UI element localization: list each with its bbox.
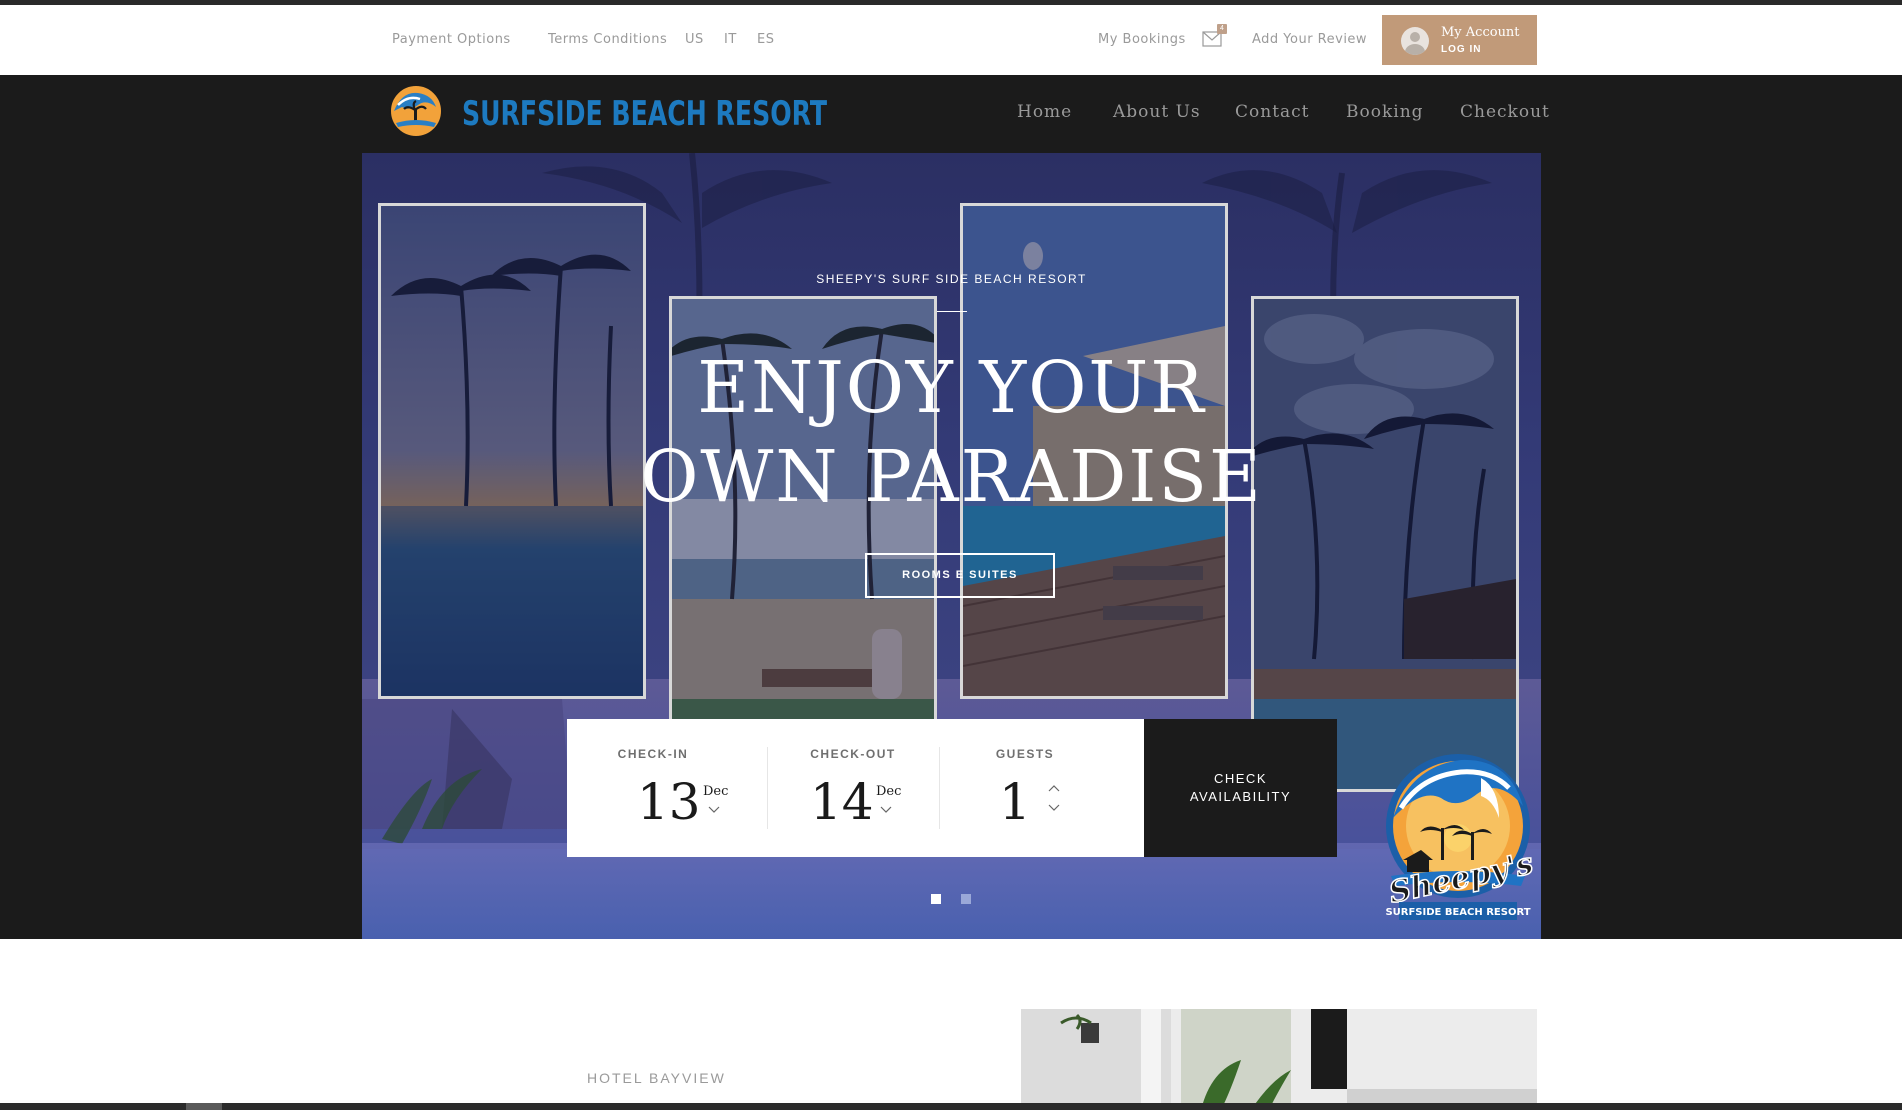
nav-checkout[interactable]: Checkout xyxy=(1460,102,1550,122)
account-button[interactable]: My Account LOG IN xyxy=(1382,15,1537,65)
slider-dot-1[interactable] xyxy=(931,894,941,904)
horizontal-scrollbar[interactable] xyxy=(0,1103,1902,1110)
nav-home[interactable]: Home xyxy=(1017,102,1072,122)
language-it-link[interactable]: IT xyxy=(724,32,737,47)
rooms-suites-button[interactable]: Rooms e Suites xyxy=(865,553,1055,598)
section-label: Hotel Bayview xyxy=(587,1070,726,1086)
payment-options-link[interactable]: Payment Options xyxy=(392,32,511,47)
checkout-label: Check-Out xyxy=(810,747,896,761)
avatar-icon xyxy=(1401,27,1429,55)
checkout-day: 14 xyxy=(810,773,874,831)
checkout-chevron-down-icon[interactable] xyxy=(879,805,893,815)
seal-caption: SURFSIDE BEACH RESORT xyxy=(1385,907,1530,918)
hero-subtitle: Sheepy's Surf Side Beach Resort xyxy=(816,272,1087,286)
hero-title-line-2: OWN PARADISE xyxy=(640,435,1263,518)
hero-title: ENJOY YOUR OWN PARADISE xyxy=(362,343,1541,521)
logo-text[interactable]: Surfside Beach Resort xyxy=(462,94,827,134)
check-availability-button[interactable]: CHECK AVAILABILITY xyxy=(1144,719,1337,857)
check-availability-line-1: CHECK xyxy=(1213,771,1267,786)
add-review-link[interactable]: Add Your Review xyxy=(1252,32,1367,47)
resort-seal-logo: Sheepy's SURFSIDE BEACH RESORT xyxy=(1385,754,1535,920)
room-photo xyxy=(1021,1009,1537,1110)
guests-field[interactable]: Guests 1 xyxy=(939,719,1111,857)
checkin-month: Dec xyxy=(703,784,729,799)
guests-increment-icon[interactable] xyxy=(1047,783,1061,793)
logo-icon[interactable] xyxy=(388,83,444,139)
check-availability-line-2: AVAILABILITY xyxy=(1189,789,1292,804)
terms-conditions-link[interactable]: Terms Conditions xyxy=(548,32,667,47)
my-bookings-link[interactable]: My Bookings xyxy=(1098,32,1186,47)
checkin-field[interactable]: Check-In 13 Dec xyxy=(567,719,739,857)
login-label: LOG IN xyxy=(1441,44,1482,55)
checkout-month: Dec xyxy=(876,784,902,799)
guests-label: Guests xyxy=(995,747,1055,761)
language-es-link[interactable]: ES xyxy=(757,32,774,47)
hero-title-line-1: ENJOY YOUR xyxy=(697,346,1206,429)
mail-badge: 4 xyxy=(1217,24,1227,34)
nav-booking[interactable]: Booking xyxy=(1346,102,1424,122)
checkin-day: 13 xyxy=(637,773,701,831)
scrollbar-thumb[interactable] xyxy=(186,1103,222,1110)
language-us-link[interactable]: US xyxy=(685,32,704,47)
account-title: My Account xyxy=(1441,25,1520,40)
nav-contact[interactable]: Contact xyxy=(1235,102,1310,122)
checkin-label: Check-In xyxy=(617,747,689,761)
utility-bar: Payment Options Terms Conditions US IT E… xyxy=(0,5,1902,75)
guests-decrement-icon[interactable] xyxy=(1047,803,1061,813)
nav-about-us[interactable]: About Us xyxy=(1113,102,1201,122)
checkout-field[interactable]: Check-Out 14 Dec xyxy=(767,719,939,857)
pool-foreground xyxy=(362,843,1541,939)
slider-dot-2[interactable] xyxy=(961,894,971,904)
guests-count: 1 xyxy=(999,773,1031,831)
checkin-chevron-down-icon[interactable] xyxy=(707,805,721,815)
hero-divider xyxy=(937,311,967,312)
booking-widget: Check-In 13 Dec Check-Out 14 Dec Guests … xyxy=(567,719,1144,857)
